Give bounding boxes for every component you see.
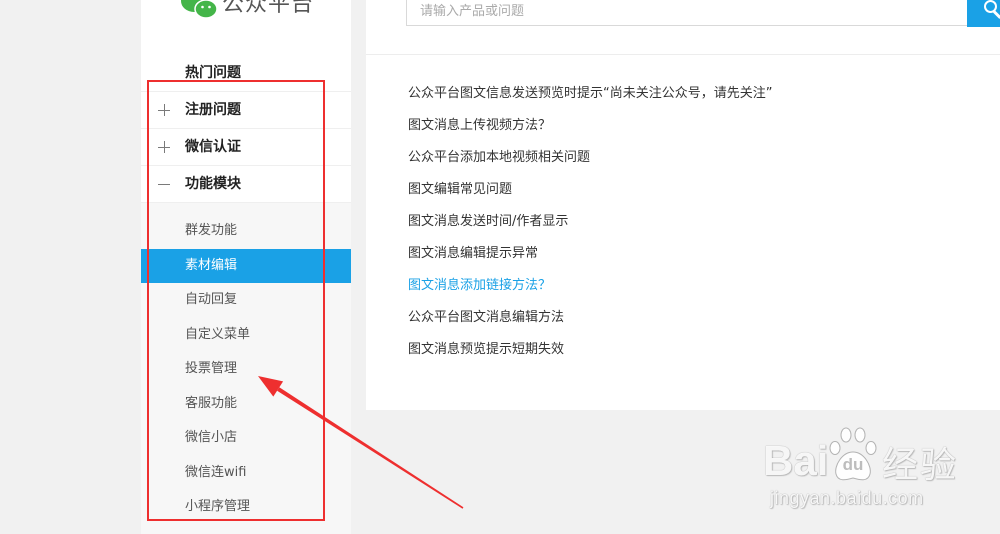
watermark-url: jingyan.baidu.com <box>770 488 924 508</box>
article-link[interactable]: 图文编辑常见问题 <box>408 174 772 206</box>
annotation-highlight-box <box>147 80 325 521</box>
main-panel: 公众平台图文信息发送预览时提示“尚未关注公众号，请先关注” 图文消息上传视频方法… <box>366 0 1000 410</box>
search-button[interactable] <box>967 0 1000 27</box>
watermark-brand-cn: 经验 <box>882 445 959 486</box>
watermark-paw-text: du <box>842 455 864 474</box>
article-link[interactable]: 图文消息编辑提示异常 <box>408 238 772 270</box>
article-link[interactable]: 图文消息添加链接方法？ <box>408 270 772 302</box>
article-list: 公众平台图文信息发送预览时提示“尚未关注公众号，请先关注” 图文消息上传视频方法… <box>408 78 772 366</box>
watermark-brand-left: Bai <box>763 437 829 484</box>
article-link[interactable]: 公众平台添加本地视频相关问题 <box>408 142 772 174</box>
wechat-logo-icon <box>181 0 218 19</box>
search-icon <box>984 0 997 13</box>
article-link[interactable]: 图文消息上传视频方法？ <box>408 110 772 142</box>
article-link[interactable]: 公众平台图文消息编辑方法 <box>408 302 772 334</box>
search-input[interactable] <box>406 0 967 26</box>
logo-text: 公众平台 <box>222 0 315 17</box>
search-bar-area <box>366 0 1000 55</box>
article-link[interactable]: 图文消息预览提示短期失效 <box>408 334 772 366</box>
article-link[interactable]: 图文消息发送时间/作者显示 <box>408 206 772 238</box>
logo[interactable]: 公众平台 <box>141 0 351 30</box>
article-link[interactable]: 公众平台图文信息发送预览时提示“尚未关注公众号，请先关注” <box>408 78 772 110</box>
